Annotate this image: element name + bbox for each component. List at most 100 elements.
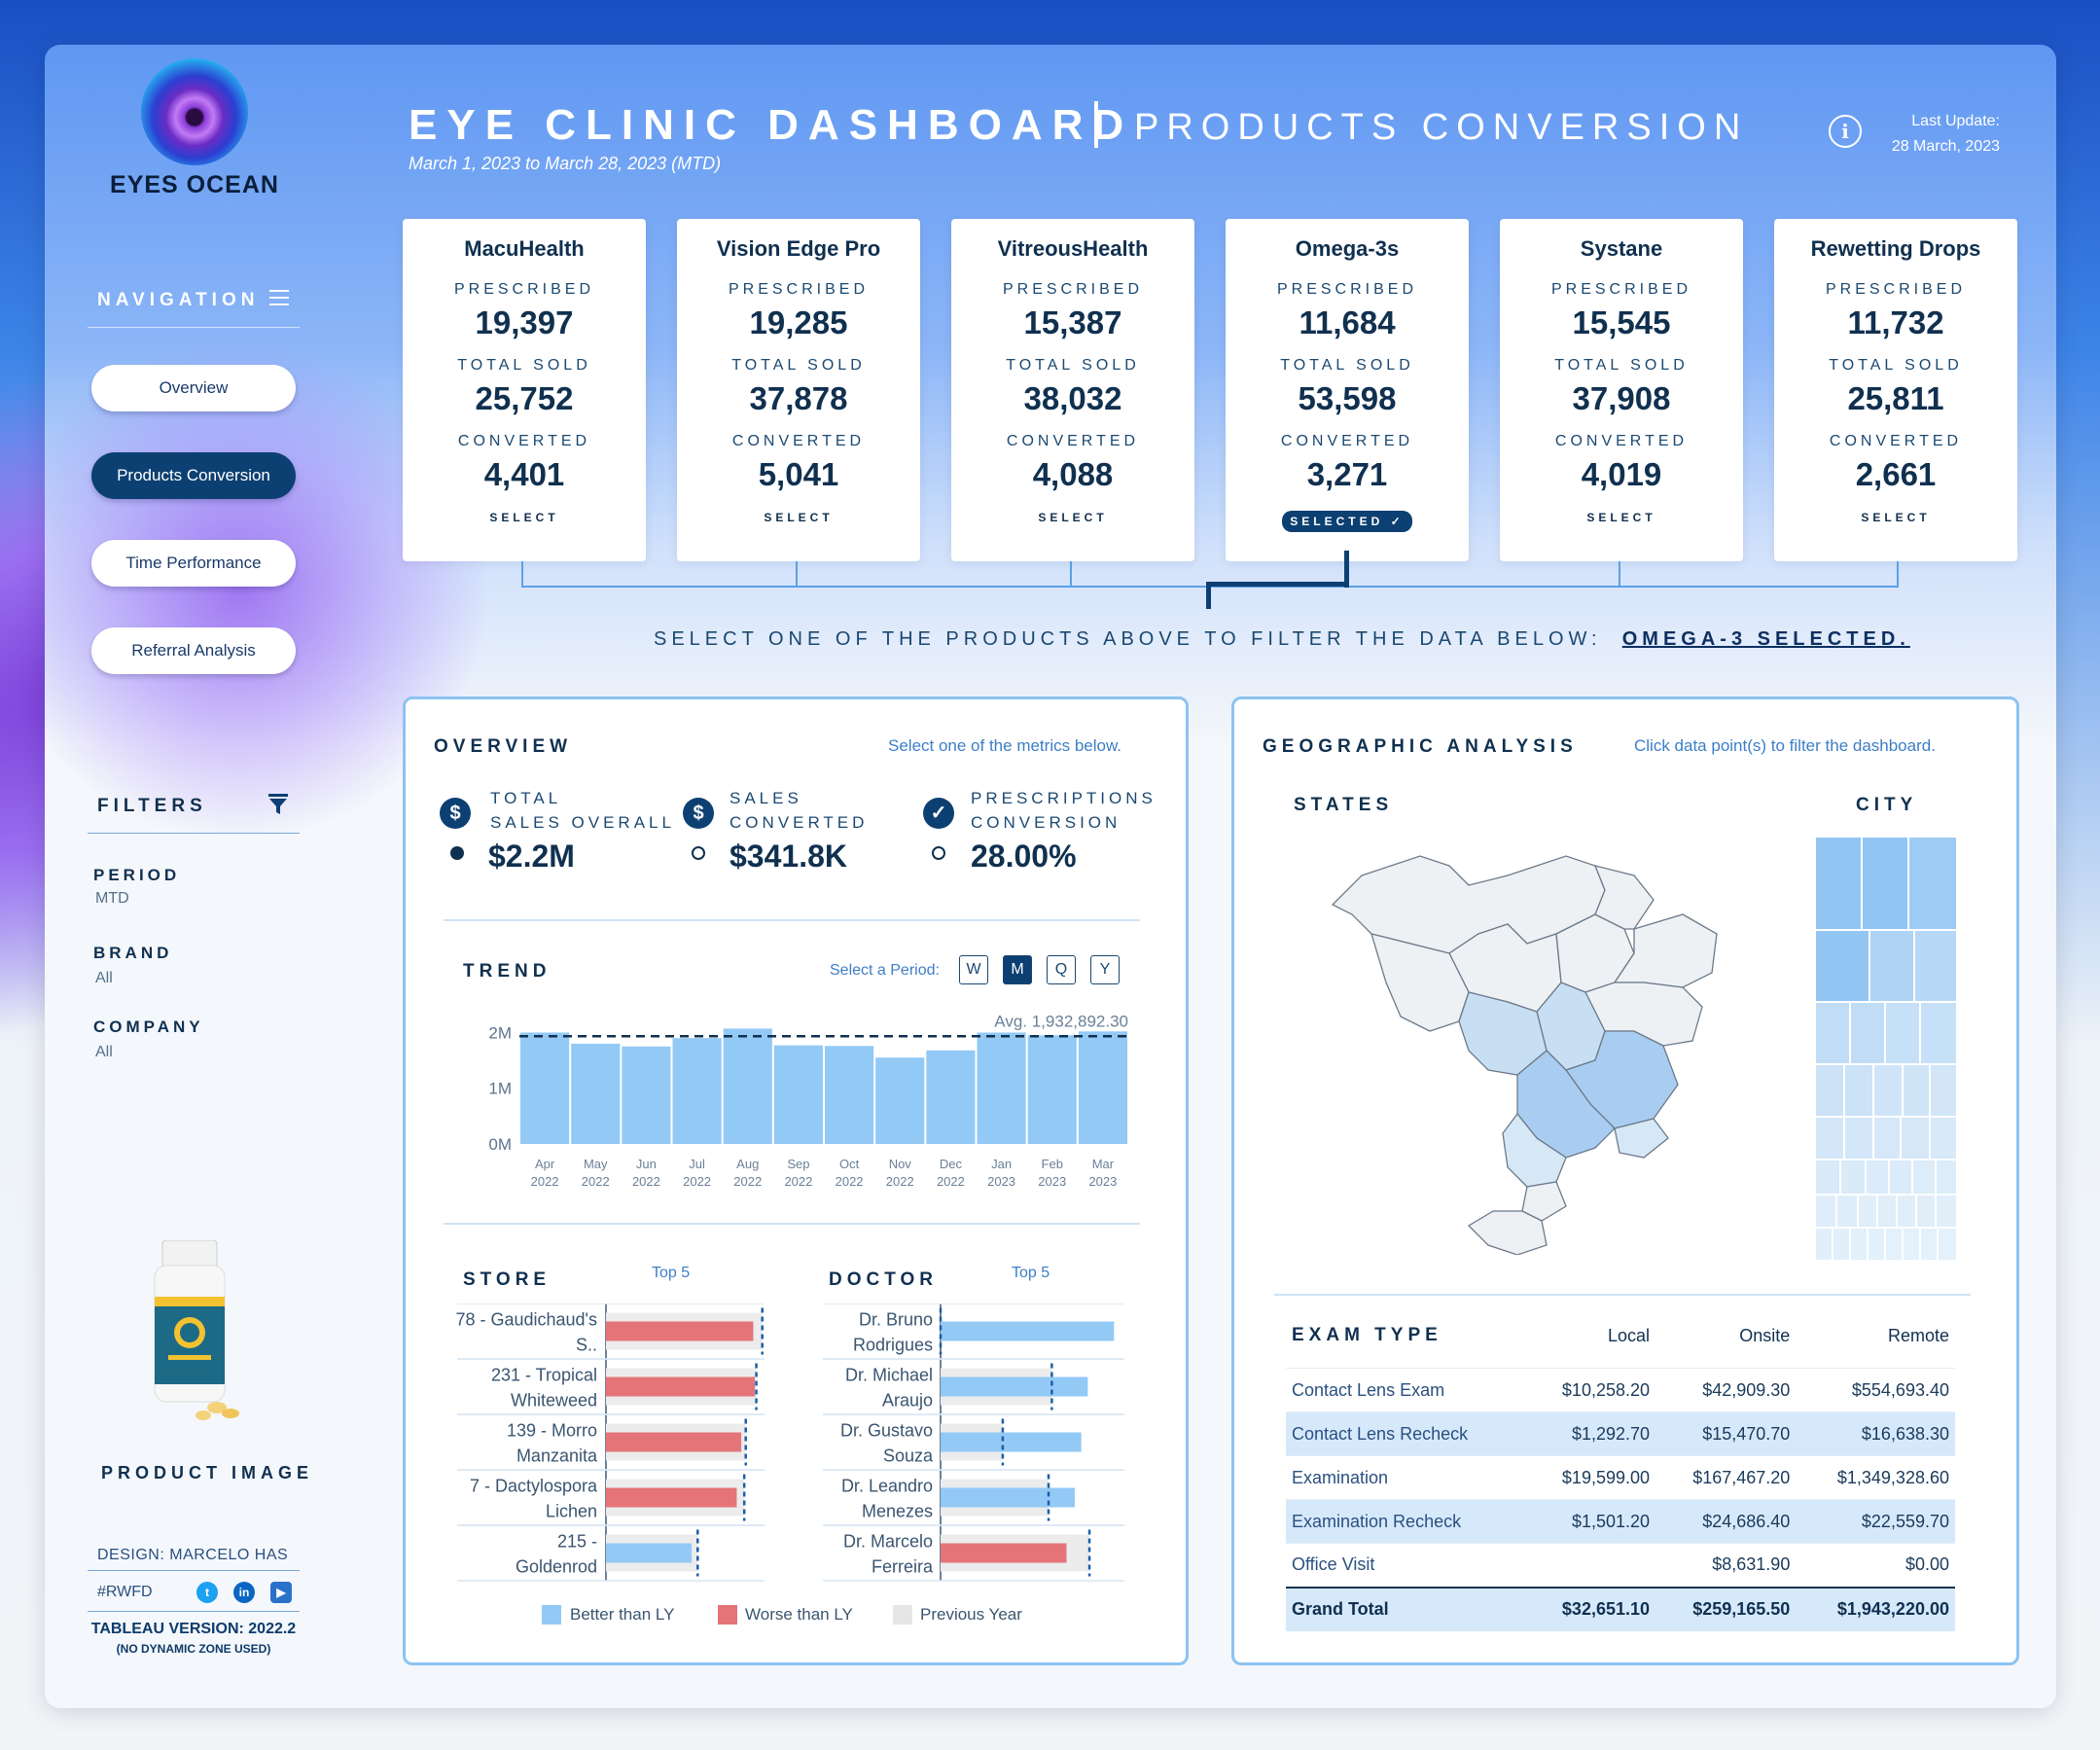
current-bar[interactable] bbox=[941, 1376, 1088, 1397]
linkedin-icon[interactable]: in bbox=[233, 1582, 255, 1603]
metric-prescriptions-value[interactable]: 28.00% bbox=[971, 839, 1077, 875]
exam-type-name: Contact Lens Exam bbox=[1286, 1368, 1528, 1412]
y-tick-label: 1M bbox=[488, 1080, 512, 1098]
period-button-w[interactable]: W bbox=[959, 955, 988, 984]
product-card[interactable]: Vision Edge Pro PRESCRIBED 19,285 TOTAL SOL… bbox=[677, 219, 920, 561]
prescribed-label: PRESCRIBED bbox=[728, 281, 870, 298]
period-button-m[interactable]: M bbox=[1003, 955, 1032, 984]
filter-period-value[interactable]: MTD bbox=[95, 890, 129, 908]
trend-bar[interactable] bbox=[926, 1050, 976, 1144]
dollar-icon: $ bbox=[440, 798, 471, 829]
period-button-y[interactable]: Y bbox=[1090, 955, 1120, 984]
converted-value: 3,271 bbox=[1306, 456, 1388, 492]
trend-bar[interactable] bbox=[977, 1032, 1026, 1144]
doctor-title: DOCTOR bbox=[829, 1269, 938, 1290]
exam-type-table: EXAM TYPE Local Onsite Remote Contact Le… bbox=[1286, 1315, 1955, 1631]
exam-type-name: Contact Lens Recheck bbox=[1286, 1411, 1528, 1456]
product-card[interactable]: Omega-3s PRESCRIBED 11,684 TOTAL SOLD 53,598… bbox=[1226, 219, 1469, 561]
table-row[interactable]: Examination $19,599.00 $167,467.20 $1,349,3… bbox=[1286, 1455, 1955, 1500]
product-card[interactable]: VitreousHealth PRESCRIBED 15,387 TOTAL SOLD… bbox=[951, 219, 1194, 561]
converted-value: 4,401 bbox=[483, 456, 565, 492]
trend-bar[interactable] bbox=[723, 1028, 772, 1144]
product-card[interactable]: MacuHealth PRESCRIBED 19,397 TOTAL SOLD 25,7… bbox=[403, 219, 646, 561]
table-row[interactable]: Contact Lens Recheck $1,292.70 $15,470.70 $… bbox=[1286, 1411, 1955, 1456]
current-bar[interactable] bbox=[606, 1487, 737, 1508]
current-bar[interactable] bbox=[606, 1376, 755, 1397]
trend-bar[interactable] bbox=[672, 1038, 722, 1144]
filter-brand-value[interactable]: All bbox=[95, 970, 113, 987]
grand-total-label: Grand Total bbox=[1286, 1586, 1528, 1631]
metric-unselected-dot[interactable] bbox=[932, 846, 945, 860]
filter-company-value[interactable]: All bbox=[95, 1044, 113, 1061]
trend-bar[interactable] bbox=[825, 1046, 874, 1144]
table-row[interactable]: Examination Recheck $1,501.20 $24,686.40 $2… bbox=[1286, 1499, 1955, 1544]
current-bar[interactable] bbox=[606, 1321, 754, 1341]
x-tick-month: Feb bbox=[1042, 1157, 1063, 1171]
exam-value-cell: $1,292.70 bbox=[1527, 1411, 1656, 1456]
trend-bar[interactable] bbox=[622, 1046, 671, 1144]
x-tick-month: Jan bbox=[991, 1157, 1012, 1171]
metric-unselected-dot[interactable] bbox=[692, 846, 705, 860]
legend-worse-swatch bbox=[718, 1605, 737, 1625]
metric-prescriptions-label[interactable]: PRESCRIPTIONS CONVERSION bbox=[971, 786, 1157, 835]
nav-button-overview[interactable]: Overview bbox=[91, 365, 296, 411]
metric-sales-converted-value[interactable]: $341.8K bbox=[730, 839, 847, 875]
converted-label: CONVERTED bbox=[1829, 433, 1963, 449]
metric-sales-converted-label[interactable]: SALES CONVERTED bbox=[730, 786, 868, 835]
product-card[interactable]: Rewetting Drops PRESCRIBED 11,732 TOTAL SOL… bbox=[1774, 219, 2017, 561]
metric-selected-dot[interactable] bbox=[450, 846, 464, 860]
prescribed-value: 15,387 bbox=[1023, 304, 1122, 340]
nav-button-products-conversion[interactable]: Products Conversion bbox=[91, 452, 296, 499]
product-card[interactable]: Systane PRESCRIBED 15,545 TOTAL SOLD 37,908 C… bbox=[1500, 219, 1743, 561]
brazil-states-map[interactable] bbox=[1313, 837, 1731, 1255]
selected-product-text[interactable]: OMEGA-3 SELECTED. bbox=[1622, 628, 1910, 650]
doctor-top-label: Top 5 bbox=[1012, 1265, 1050, 1281]
trend-bar[interactable] bbox=[773, 1045, 823, 1144]
prescribed-label: PRESCRIBED bbox=[1550, 281, 1692, 298]
funnel-icon[interactable] bbox=[268, 794, 288, 815]
metric-total-sales-label[interactable]: TOTAL SALES OVERALL bbox=[490, 786, 675, 835]
hashtag: #RWFD bbox=[97, 1584, 153, 1600]
product-name: Vision Edge Pro bbox=[716, 236, 881, 261]
select-button[interactable]: SELECT bbox=[1774, 511, 2017, 524]
filters-title: FILTERS bbox=[97, 796, 207, 816]
trend-bar[interactable] bbox=[875, 1057, 925, 1144]
current-bar[interactable] bbox=[941, 1487, 1075, 1508]
select-button[interactable]: SELECTED ✓ bbox=[1282, 511, 1412, 532]
prescribed-label: PRESCRIBED bbox=[1002, 281, 1144, 298]
footer-divider bbox=[88, 1570, 300, 1571]
converted-value: 5,041 bbox=[758, 456, 839, 492]
column-header-onsite: Onsite bbox=[1739, 1325, 1791, 1345]
table-row[interactable]: Office Visit $8,631.90 $0.00 bbox=[1286, 1543, 1955, 1588]
trend-bar[interactable] bbox=[571, 1043, 621, 1144]
metric-total-sales-value[interactable]: $2.2M bbox=[488, 839, 575, 875]
current-bar[interactable] bbox=[606, 1432, 742, 1452]
current-bar[interactable] bbox=[941, 1321, 1115, 1341]
product-name: MacuHealth bbox=[464, 236, 585, 261]
hamburger-menu-icon[interactable] bbox=[269, 290, 289, 307]
select-button[interactable]: SELECT bbox=[1500, 511, 1743, 524]
current-bar[interactable] bbox=[941, 1432, 1082, 1452]
select-button[interactable]: SELECT bbox=[403, 511, 646, 524]
trend-bar[interactable] bbox=[520, 1032, 570, 1144]
twitter-icon[interactable]: t bbox=[196, 1582, 218, 1603]
table-row[interactable]: Contact Lens Exam $10,258.20 $42,909.30 $55… bbox=[1286, 1368, 1955, 1412]
city-treemap[interactable] bbox=[1815, 837, 1957, 1261]
overview-hint: Select one of the metrics below. bbox=[888, 736, 1122, 755]
brand-name: EYES OCEAN bbox=[110, 171, 279, 198]
period-button-q[interactable]: Q bbox=[1047, 955, 1076, 984]
trend-bar[interactable] bbox=[1027, 1035, 1077, 1144]
converted-label: CONVERTED bbox=[731, 433, 866, 449]
x-tick-month: Apr bbox=[535, 1157, 555, 1171]
nav-button-time-performance[interactable]: Time Performance bbox=[91, 540, 296, 587]
current-bar[interactable] bbox=[941, 1543, 1067, 1563]
exam-value-cell: $554,693.40 bbox=[1796, 1368, 1955, 1412]
current-bar[interactable] bbox=[606, 1543, 693, 1563]
category-label: Ferreira bbox=[872, 1557, 934, 1577]
select-button[interactable]: SELECT bbox=[677, 511, 920, 524]
select-button[interactable]: SELECT bbox=[951, 511, 1194, 524]
nav-button-referral-analysis[interactable]: Referral Analysis bbox=[91, 627, 296, 674]
trend-bar[interactable] bbox=[1078, 1031, 1127, 1144]
youtube-icon[interactable]: ▶ bbox=[270, 1582, 292, 1603]
x-tick-month: May bbox=[584, 1157, 608, 1171]
